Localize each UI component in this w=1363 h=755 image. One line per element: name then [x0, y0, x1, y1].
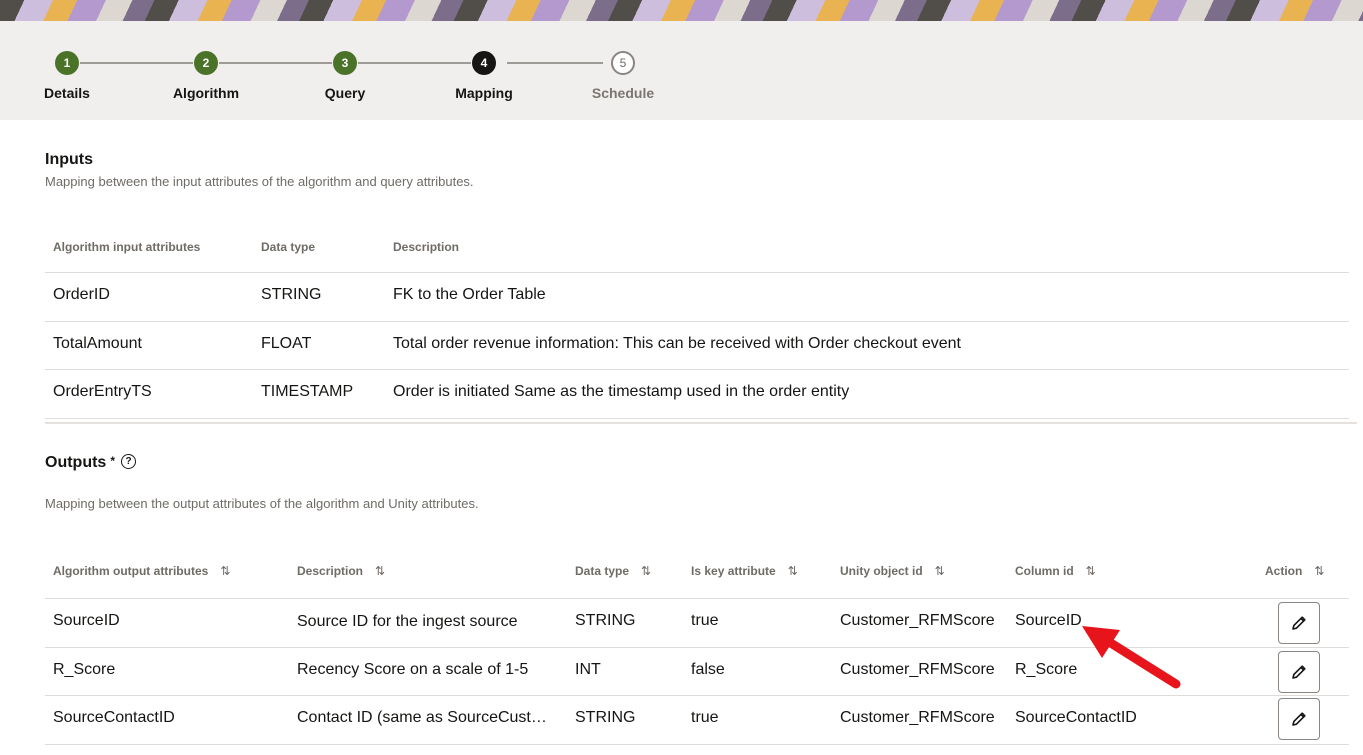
table-row: OrderID STRING FK to the Order Table	[45, 272, 1349, 321]
cell-is-key: true	[691, 709, 719, 726]
required-mark: *	[110, 454, 115, 468]
step-number: 2	[194, 51, 218, 75]
edit-button[interactable]	[1278, 698, 1320, 740]
header-label: Unity object id	[840, 564, 923, 578]
header-label: Is key attribute	[691, 564, 776, 578]
table-row: SourceContactID Contact ID (same as Sour…	[45, 695, 1349, 745]
cell-description: Recency Score on a scale of 1-5	[297, 661, 529, 678]
sort-icon[interactable]: ⇅	[788, 564, 798, 578]
cell-description: Contact ID (same as SourceCust…	[297, 709, 547, 726]
header-label: Action	[1265, 564, 1303, 578]
inputs-table: Algorithm input attributes Data type Des…	[45, 222, 1349, 419]
help-icon[interactable]: ?	[121, 454, 136, 470]
header-label: Column id	[1015, 564, 1074, 578]
cell-unity-object: Customer_RFMScore	[840, 709, 995, 726]
cell-description: Source ID for the ingest source	[297, 613, 518, 630]
column-header-unity-object[interactable]: Unity object id ⇅	[840, 564, 945, 578]
red-arrow-annotation	[1082, 626, 1181, 689]
outputs-title-text: Outputs	[45, 454, 107, 471]
step-query[interactable]: 3 Query	[285, 51, 405, 101]
cell-output-attribute: R_Score	[53, 661, 116, 678]
step-mapping[interactable]: 4 Mapping	[424, 51, 544, 101]
table-row: OrderEntryTS TIMESTAMP Order is initiate…	[45, 369, 1349, 419]
cell-output-attribute: SourceContactID	[53, 709, 175, 726]
header-label: Algorithm output attributes	[53, 564, 209, 578]
cell-description: Total order revenue information: This ca…	[393, 335, 961, 352]
step-algorithm[interactable]: 2 Algorithm	[146, 51, 266, 101]
section-divider	[45, 422, 1357, 424]
pencil-icon	[1292, 665, 1306, 679]
sort-icon[interactable]: ⇅	[641, 564, 651, 578]
step-label: Algorithm	[172, 85, 240, 101]
cell-data-type: INT	[575, 661, 601, 678]
sort-icon[interactable]: ⇅	[935, 564, 945, 578]
cell-column-id: SourceContactID	[1015, 709, 1137, 726]
step-schedule[interactable]: 5 Schedule	[563, 51, 683, 101]
cell-column-id: SourceID	[1015, 612, 1082, 629]
column-header-column-id[interactable]: Column id ⇅	[1015, 564, 1096, 578]
step-label: Details	[44, 85, 90, 101]
sort-icon[interactable]: ⇅	[220, 564, 230, 578]
cell-description: FK to the Order Table	[393, 286, 546, 303]
cell-attribute: OrderID	[53, 286, 110, 303]
step-label: Schedule	[591, 85, 655, 101]
column-header-output-attribute[interactable]: Algorithm output attributes ⇅	[53, 564, 230, 578]
step-number: 3	[333, 51, 357, 75]
cell-attribute: TotalAmount	[53, 335, 142, 352]
inputs-title: Inputs	[45, 151, 93, 168]
header-label: Description	[297, 564, 364, 578]
step-train: 1 Details 2 Algorithm 3 Query 4 Mapping …	[0, 21, 1363, 120]
edit-button[interactable]	[1278, 651, 1320, 693]
cell-is-key: false	[691, 661, 725, 678]
sort-icon[interactable]: ⇅	[1314, 564, 1324, 578]
step-number: 4	[472, 51, 496, 75]
header-label: Data type	[575, 564, 630, 578]
pencil-icon	[1292, 616, 1306, 630]
cell-column-id: R_Score	[1015, 661, 1078, 678]
sort-icon[interactable]: ⇅	[1086, 564, 1096, 578]
column-header-is-key[interactable]: Is key attribute ⇅	[691, 564, 798, 578]
edit-button[interactable]	[1278, 602, 1320, 644]
pencil-icon	[1292, 712, 1306, 726]
cell-unity-object: Customer_RFMScore	[840, 612, 995, 629]
step-details[interactable]: 1 Details	[7, 51, 127, 101]
cell-attribute: OrderEntryTS	[53, 383, 152, 400]
sort-icon[interactable]: ⇅	[375, 564, 385, 578]
cell-unity-object: Customer_RFMScore	[840, 661, 995, 678]
column-header-data-type[interactable]: Data type ⇅	[575, 564, 651, 578]
outputs-description: Mapping between the output attributes of…	[45, 496, 479, 511]
column-header: Description	[393, 240, 460, 254]
cell-data-type: STRING	[575, 709, 636, 726]
cell-data-type: TIMESTAMP	[261, 383, 354, 400]
cell-output-attribute: SourceID	[53, 612, 120, 629]
step-label: Mapping	[455, 85, 513, 101]
cell-is-key: true	[691, 612, 719, 629]
column-header: Algorithm input attributes	[53, 240, 201, 254]
step-number: 5	[611, 51, 635, 75]
cell-data-type: STRING	[261, 286, 322, 303]
cell-data-type: FLOAT	[261, 335, 312, 352]
outputs-title: Outputs *?	[45, 454, 136, 472]
inputs-description: Mapping between the input attributes of …	[45, 174, 474, 189]
header-banner	[0, 0, 1363, 21]
step-label: Query	[324, 85, 366, 101]
step-number: 1	[55, 51, 79, 75]
cell-description: Order is initiated Same as the timestamp…	[393, 383, 850, 400]
cell-data-type: STRING	[575, 612, 636, 629]
column-header: Data type	[261, 240, 316, 254]
table-row: TotalAmount FLOAT Total order revenue in…	[45, 321, 1349, 370]
column-header-action[interactable]: Action ⇅	[1265, 564, 1324, 578]
column-header-description[interactable]: Description ⇅	[297, 564, 385, 578]
